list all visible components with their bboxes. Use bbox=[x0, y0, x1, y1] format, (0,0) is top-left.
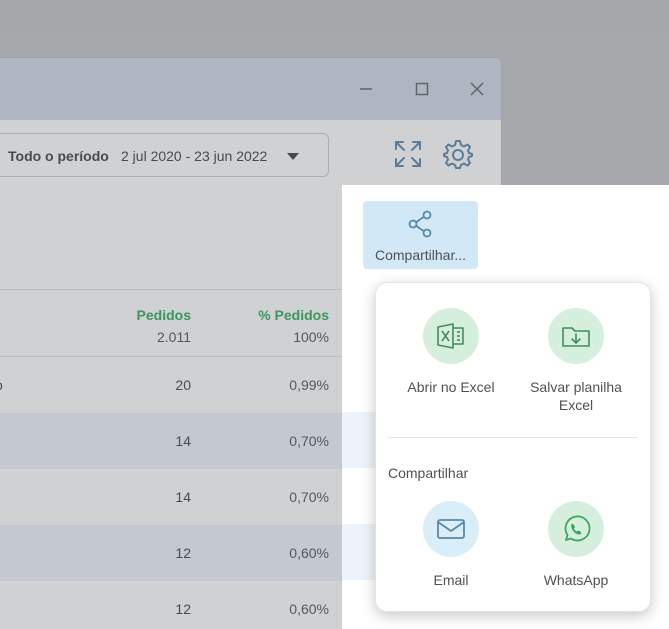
excel-icon bbox=[423, 308, 479, 364]
share-button[interactable]: Compartilhar... bbox=[363, 201, 478, 269]
open-in-excel-label: Abrir no Excel bbox=[407, 379, 495, 395]
save-excel-button[interactable]: Salvar planilha Excel bbox=[516, 308, 636, 418]
menu-divider bbox=[388, 437, 638, 438]
whatsapp-share-button[interactable]: WhatsApp bbox=[516, 501, 636, 591]
open-in-excel-button[interactable]: Abrir no Excel bbox=[391, 308, 511, 418]
background-band bbox=[0, 0, 669, 35]
share-button-label: Compartilhar... bbox=[374, 247, 467, 263]
share-section-title: Compartilhar bbox=[388, 465, 469, 481]
email-icon bbox=[423, 501, 479, 557]
email-label: Email bbox=[433, 572, 469, 588]
folder-download-icon bbox=[548, 308, 604, 364]
email-share-button[interactable]: Email bbox=[391, 501, 511, 591]
whatsapp-label: WhatsApp bbox=[543, 572, 609, 588]
save-excel-label: Salvar planilha Excel bbox=[530, 379, 622, 413]
share-menu: Abrir no Excel Salvar planilha Excel Com… bbox=[375, 282, 651, 612]
share-icon bbox=[408, 210, 432, 238]
whatsapp-icon bbox=[548, 501, 604, 557]
